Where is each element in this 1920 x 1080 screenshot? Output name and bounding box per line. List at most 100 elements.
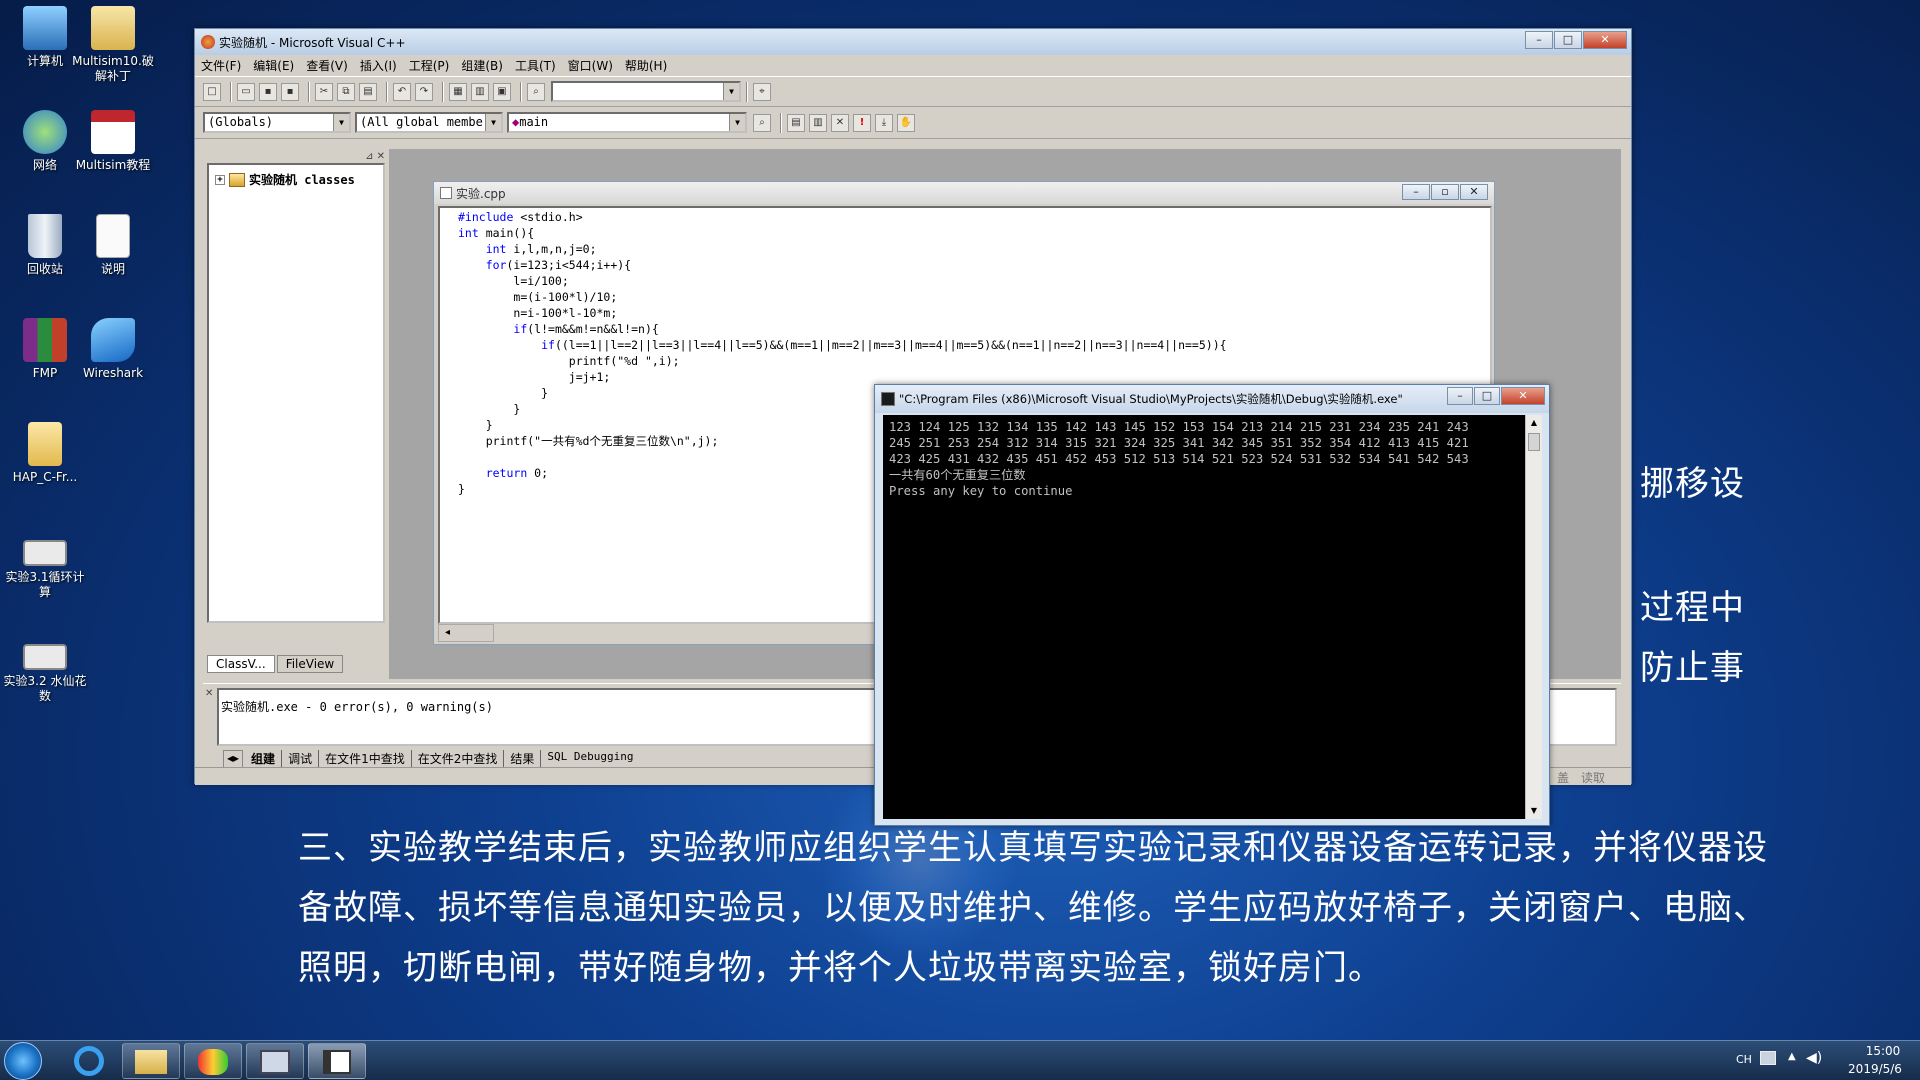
copy-icon[interactable]: ⧉ (337, 82, 355, 101)
chevron-down-icon[interactable]: ▼ (723, 83, 739, 100)
menu-help[interactable]: 帮助(H) (625, 57, 667, 74)
wallpaper-text-line3: 照明，切断电闸，带好随身物，并将个人垃圾带离实验室，锁好房门。 (298, 948, 1383, 988)
find-combo[interactable]: ▼ (551, 81, 741, 102)
console-maximize-button[interactable]: □ (1474, 387, 1500, 405)
menu-insert[interactable]: 插入(I) (360, 57, 397, 74)
tab-classview[interactable]: ClassV... (207, 655, 275, 673)
desktop-icon-hap[interactable]: HAP_C-Fr... (0, 422, 90, 485)
expand-plus-icon[interactable]: + (215, 174, 225, 185)
wireshark-fin-icon (91, 318, 135, 362)
new-file-icon[interactable]: □ (203, 82, 221, 101)
cut-icon[interactable]: ✂ (315, 82, 333, 101)
menu-project[interactable]: 工程(P) (409, 57, 450, 74)
breakpoint-hand-icon[interactable]: ✋ (897, 113, 915, 132)
desktop-icon-wireshark[interactable]: Wireshark (68, 318, 158, 381)
workspace-tree: + 实验随机 classes (207, 163, 385, 623)
open-folder-icon[interactable]: ▭ (237, 82, 255, 101)
code-keyword: int (458, 226, 479, 240)
console-titlebar[interactable]: "C:\Program Files (x86)\Microsoft Visual… (875, 385, 1549, 413)
taskbar-app[interactable] (246, 1043, 304, 1079)
go-icon[interactable]: ⤓ (875, 113, 893, 132)
desktop-icon-multisim-patch[interactable]: Multisim10.破解补丁 (68, 6, 158, 84)
chevron-down-icon[interactable]: ▼ (485, 114, 501, 131)
function-combo[interactable]: ◆main ▼ (507, 112, 747, 133)
code-line: if((l==1||l==2||l==3||l==4||l==5)&&(m==1… (541, 338, 1227, 352)
desktop-icon-readme[interactable]: 说明 (68, 214, 158, 277)
classes-tree-icon (229, 172, 245, 187)
workspace-close-icon[interactable]: ⊿ ✕ (365, 151, 385, 162)
save-all-icon[interactable]: ▪ (281, 82, 299, 101)
winrar-archive-icon (23, 318, 67, 362)
speaker-icon[interactable]: ◀) (1806, 1050, 1822, 1066)
save-icon[interactable]: ▪ (259, 82, 277, 101)
pdf-file-icon (91, 110, 135, 154)
output-close-icon[interactable]: ✕ (205, 688, 213, 699)
desktop-icon-multisim-tutorial[interactable]: Multisim教程 (68, 110, 158, 173)
maximize-button[interactable]: □ (1554, 31, 1582, 49)
clock-date[interactable]: 2019/5/6 (1838, 1062, 1912, 1076)
console-line: 123 124 125 132 134 135 142 143 145 152 … (889, 420, 1469, 434)
show-hidden-icons-icon[interactable]: ▲ (1788, 1051, 1796, 1062)
console-scrollbar[interactable]: ▲ ▼ (1525, 415, 1542, 819)
scroll-thumb[interactable] (1528, 433, 1540, 451)
taskbar-ie[interactable] (60, 1043, 118, 1079)
program-shortcut-icon (23, 540, 67, 566)
editor-titlebar[interactable]: 实验.cpp – ▫ ✕ (434, 182, 1494, 204)
undo-icon[interactable]: ↶ (393, 82, 411, 101)
menu-window[interactable]: 窗口(W) (568, 57, 613, 74)
wallpaper-text-right1: 挪移设 (1640, 464, 1745, 504)
console-window-icon (323, 1050, 351, 1074)
class-combo[interactable]: (Globals) ▼ (203, 112, 351, 133)
scroll-down-icon[interactable]: ▼ (1526, 803, 1542, 819)
editor-restore-button[interactable]: ▫ (1431, 184, 1459, 200)
desktop-icon-exp31[interactable]: 实验3.1循环计算 (0, 540, 90, 600)
start-button[interactable] (4, 1042, 42, 1080)
build-icon[interactable]: ▥ (809, 113, 827, 132)
menu-build[interactable]: 组建(B) (461, 57, 503, 74)
wallpaper-text-right3: 防止事 (1640, 648, 1745, 688)
taskbar-console[interactable] (308, 1043, 366, 1079)
input-language[interactable]: CH (1736, 1053, 1752, 1066)
editor-minimize-button[interactable]: – (1402, 184, 1430, 200)
find-in-files-icon[interactable]: ⌕ (527, 82, 545, 101)
tree-root-label[interactable]: 实验随机 classes (249, 171, 355, 188)
menu-view[interactable]: 查看(V) (306, 57, 348, 74)
console-close-button[interactable]: ✕ (1501, 387, 1545, 405)
horizontal-scrollbar[interactable]: ◂ (438, 624, 494, 642)
filter-combo[interactable]: (All global members ▼ (355, 112, 503, 133)
vc-titlebar[interactable]: 实验随机 - Microsoft Visual C++ – □ ✕ (195, 29, 1631, 55)
menu-file[interactable]: 文件(F) (201, 57, 241, 74)
wizard-action-icon[interactable]: ⌕ (753, 113, 771, 132)
taskbar-explorer[interactable] (122, 1043, 180, 1079)
code-line: n=i-100*l-10*m; (513, 306, 618, 320)
desktop-icon-exp32[interactable]: 实验3.2 水仙花数 (0, 644, 90, 704)
find-icon[interactable]: ⌖ (753, 82, 771, 101)
menu-tools[interactable]: 工具(T) (515, 57, 556, 74)
workspace-icon[interactable]: ▦ (449, 82, 467, 101)
console-minimize-button[interactable]: – (1447, 387, 1473, 405)
chevron-down-icon[interactable]: ▼ (729, 114, 745, 131)
editor-close-button[interactable]: ✕ (1460, 184, 1488, 200)
stop-build-icon[interactable]: ✕ (831, 113, 849, 132)
menu-edit[interactable]: 编辑(E) (253, 57, 294, 74)
execute-icon[interactable]: ! (853, 113, 871, 132)
redo-icon[interactable]: ↷ (415, 82, 433, 101)
code-keyword: int (485, 242, 507, 256)
minimize-button[interactable]: – (1525, 31, 1553, 49)
close-button[interactable]: ✕ (1583, 31, 1627, 49)
keyboard-icon[interactable] (1760, 1051, 1776, 1065)
output-icon[interactable]: ▥ (471, 82, 489, 101)
scroll-up-icon[interactable]: ▲ (1526, 415, 1542, 431)
compile-icon[interactable]: ▤ (787, 113, 805, 132)
code-line: for(i=123;i<544;i++){ (485, 258, 632, 272)
window-list-icon[interactable]: ▣ (493, 82, 511, 101)
clock-time[interactable]: 15:00 (1854, 1044, 1912, 1058)
tab-fileview[interactable]: FileView (276, 655, 344, 673)
code-line: if(l!=m&&m!=n&&l!=n){ (513, 322, 659, 336)
paste-icon[interactable]: ▤ (359, 82, 377, 101)
cpp-file-icon (440, 187, 452, 199)
taskbar-vc[interactable] (184, 1043, 242, 1079)
chevron-down-icon[interactable]: ▼ (333, 114, 349, 131)
workspace-panel: ⊿ ✕ + 实验随机 classes ClassV... FileView (203, 149, 389, 679)
toolbar-separator (308, 81, 310, 102)
